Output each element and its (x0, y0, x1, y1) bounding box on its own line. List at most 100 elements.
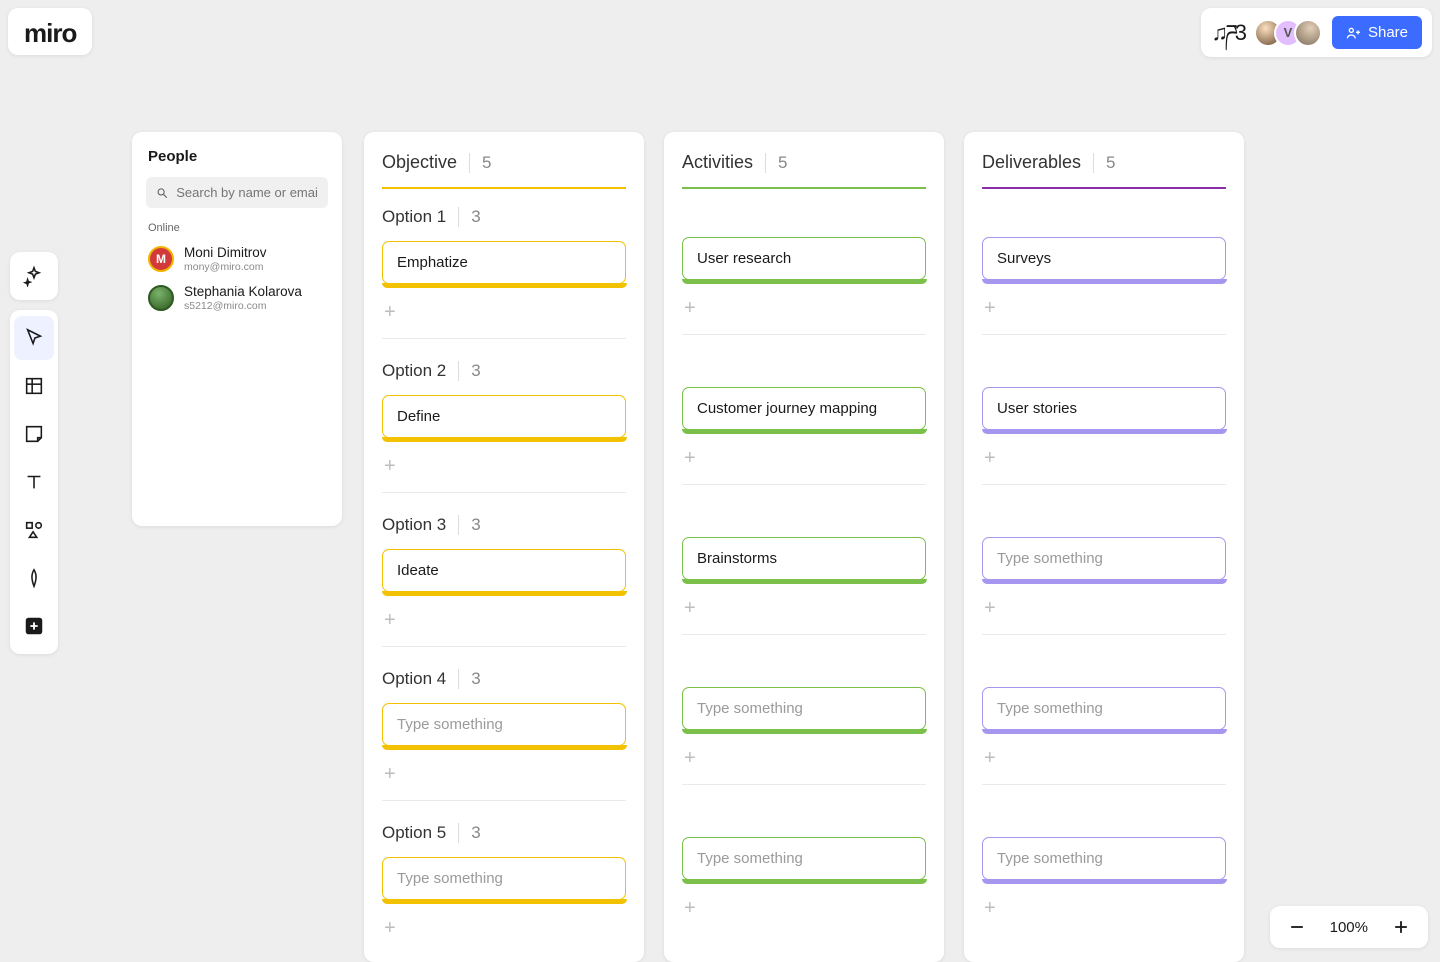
zoom-in-button[interactable] (1390, 916, 1412, 938)
people-search-input[interactable] (176, 185, 318, 200)
app-logo[interactable]: miro (8, 8, 92, 55)
shapes-icon (23, 519, 45, 541)
card[interactable]: Type something (682, 687, 926, 730)
option-label: Option 4 (382, 669, 446, 689)
cursor-icon (23, 327, 45, 349)
avatar[interactable] (1294, 19, 1322, 47)
option-count: 3 (458, 669, 480, 689)
column-title: Objective (382, 152, 457, 173)
add-card-button[interactable]: + (682, 884, 926, 934)
zoom-level[interactable]: 100% (1330, 919, 1368, 936)
card[interactable]: Customer journey mapping (682, 387, 926, 430)
tool-add[interactable] (10, 602, 58, 650)
tool-ai-sparkle[interactable] (10, 252, 58, 300)
topbar: ♫ཌ3 V Share (1201, 8, 1432, 57)
add-card-button[interactable]: + (982, 884, 1226, 934)
column-count: 5 (469, 153, 491, 173)
option-label: Option 2 (382, 361, 446, 381)
minus-icon (1287, 917, 1307, 937)
presence-avatars[interactable]: V (1254, 19, 1322, 47)
column-count: 5 (1093, 153, 1115, 173)
board: Objective 5 Option 1 3 Emphatize + Optio… (364, 132, 1244, 962)
add-card-button[interactable]: + (682, 734, 926, 785)
option-header: Option 5 3 (382, 823, 626, 843)
tool-sticky-note[interactable] (10, 410, 58, 458)
add-card-button[interactable]: + (382, 596, 626, 647)
option-label: Option 5 (382, 823, 446, 843)
column-title: Activities (682, 152, 753, 173)
card[interactable]: Brainstorms (682, 537, 926, 580)
plus-icon (1391, 917, 1411, 937)
column-header: Objective 5 (382, 152, 626, 189)
add-card-button[interactable]: + (682, 584, 926, 635)
zoom-out-button[interactable] (1286, 916, 1308, 938)
person-name: Moni Dimitrov (184, 246, 267, 261)
add-card-button[interactable]: + (982, 284, 1226, 335)
card[interactable]: Type something (682, 837, 926, 880)
card[interactable]: Ideate (382, 549, 626, 592)
option-label: Option 1 (382, 207, 446, 227)
card[interactable]: Type something (982, 537, 1226, 580)
person-row[interactable]: M Moni Dimitrov mony@miro.com (142, 240, 332, 279)
left-toolbar (10, 252, 58, 654)
add-card-button[interactable]: + (982, 584, 1226, 635)
option-count: 3 (458, 515, 480, 535)
tool-shapes[interactable] (10, 506, 58, 554)
share-button[interactable]: Share (1332, 16, 1422, 49)
card[interactable]: User research (682, 237, 926, 280)
people-status-label: Online (142, 222, 332, 240)
add-card-button[interactable]: + (382, 288, 626, 339)
sparkle-icon (23, 265, 45, 287)
people-search[interactable] (146, 177, 328, 208)
app-logo-text: miro (24, 18, 76, 48)
option-count: 3 (458, 823, 480, 843)
add-card-button[interactable]: + (382, 750, 626, 801)
option-header: Option 4 3 (382, 669, 626, 689)
card[interactable]: Type something (382, 857, 626, 900)
option-count: 3 (458, 361, 480, 381)
person-email: mony@miro.com (184, 261, 267, 273)
card[interactable]: Emphatize (382, 241, 626, 284)
plus-square-icon (23, 615, 45, 637)
add-card-button[interactable]: + (682, 284, 926, 335)
option-label: Option 3 (382, 515, 446, 535)
column-activities: Activities 5 User research + Customer jo… (664, 132, 944, 962)
card[interactable]: Surveys (982, 237, 1226, 280)
person-email: s5212@miro.com (184, 300, 302, 312)
add-card-button[interactable]: + (982, 434, 1226, 485)
option-header: Option 1 3 (382, 207, 626, 227)
search-icon (156, 186, 168, 200)
tool-select[interactable] (14, 316, 54, 360)
pen-icon (23, 567, 45, 589)
sticky-note-icon (23, 423, 45, 445)
text-icon (23, 471, 45, 493)
reactions-button[interactable]: ♫ཌ3 (1211, 22, 1243, 44)
column-title: Deliverables (982, 152, 1081, 173)
people-title: People (142, 148, 332, 177)
tool-pen[interactable] (10, 554, 58, 602)
card[interactable]: Type something (982, 687, 1226, 730)
person-avatar: M (148, 246, 174, 272)
column-count: 5 (765, 153, 787, 173)
card[interactable]: Type something (382, 703, 626, 746)
column-header: Activities 5 (682, 152, 926, 189)
people-panel: People Online M Moni Dimitrov mony@miro.… (132, 132, 342, 526)
card[interactable]: Type something (982, 837, 1226, 880)
add-card-button[interactable]: + (382, 442, 626, 493)
card[interactable]: User stories (982, 387, 1226, 430)
tool-frame[interactable] (10, 362, 58, 410)
toolbar-group (10, 310, 58, 654)
column-deliverables: Deliverables 5 Surveys + User stories + … (964, 132, 1244, 962)
option-header: Option 3 3 (382, 515, 626, 535)
column-header: Deliverables 5 (982, 152, 1226, 189)
option-count: 3 (458, 207, 480, 227)
people-plus-icon (1346, 25, 1362, 41)
person-row[interactable]: Stephania Kolarova s5212@miro.com (142, 279, 332, 318)
card[interactable]: Define (382, 395, 626, 438)
add-card-button[interactable]: + (982, 734, 1226, 785)
add-card-button[interactable]: + (682, 434, 926, 485)
add-card-button[interactable]: + (382, 904, 626, 954)
person-avatar (148, 285, 174, 311)
tool-text[interactable] (10, 458, 58, 506)
column-objective: Objective 5 Option 1 3 Emphatize + Optio… (364, 132, 644, 962)
